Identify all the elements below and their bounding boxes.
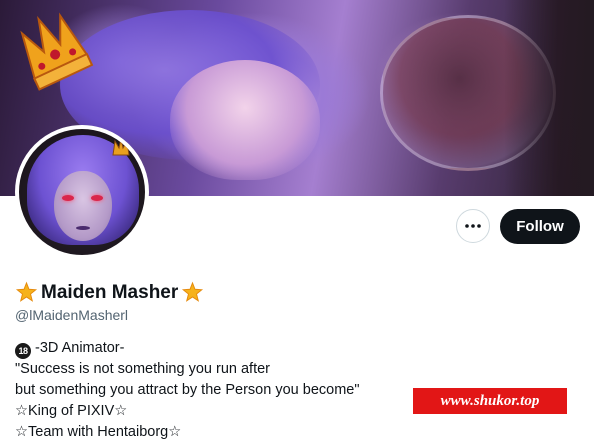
display-name-row: Maiden Masher	[15, 281, 204, 304]
age-restricted-icon: 18	[15, 343, 31, 359]
follow-button[interactable]: Follow	[500, 209, 580, 244]
more-horizontal-icon	[465, 224, 481, 228]
star-icon	[15, 281, 38, 302]
bio-text: -3D Animator-	[35, 340, 125, 356]
bio-line: "Success is not something you run after	[15, 361, 270, 377]
avatar-right-eye	[91, 195, 103, 201]
bio-line: 18 -3D Animator-	[15, 338, 359, 359]
watermark-label: www.shukor.top	[413, 388, 567, 414]
bio-line: ☆Team with Hentaiborg☆	[15, 424, 182, 440]
avatar-lips	[76, 226, 90, 230]
banner-shadow	[504, 0, 594, 196]
avatar-face	[54, 171, 112, 241]
bio-line: but something you attract by the Person …	[15, 382, 360, 398]
profile-avatar[interactable]	[15, 125, 149, 259]
profile-handle: @lMaidenMasherl	[15, 307, 129, 323]
more-options-button[interactable]	[456, 209, 490, 243]
banner-face	[170, 60, 320, 180]
avatar-crown-icon	[112, 138, 130, 156]
display-name: Maiden Masher	[41, 281, 179, 303]
avatar-left-eye	[62, 195, 74, 201]
bio-line: ☆King of PIXIV☆	[15, 403, 128, 419]
star-icon	[182, 281, 204, 302]
profile-bio: 18 -3D Animator- "Success is not somethin…	[15, 338, 359, 443]
